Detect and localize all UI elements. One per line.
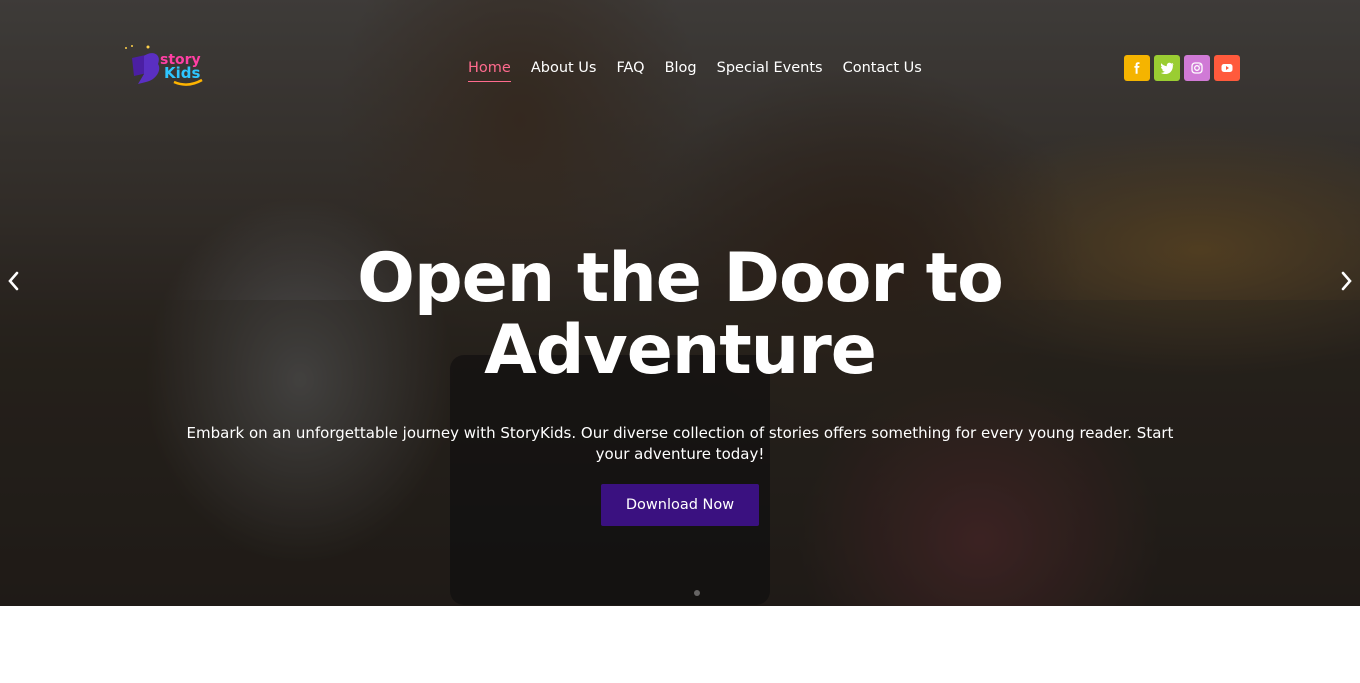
carousel-indicator[interactable] — [694, 590, 700, 596]
main-nav: Home About Us FAQ Blog Special Events Co… — [468, 58, 942, 82]
hero-headline: Open the Door to Adventure — [180, 243, 1180, 387]
nav-special-events[interactable]: Special Events — [717, 58, 823, 82]
carousel-next-button[interactable] — [1337, 268, 1357, 294]
nav-home[interactable]: Home — [468, 58, 511, 82]
youtube-icon[interactable] — [1214, 55, 1240, 81]
hero-headline-line2: Adventure — [484, 311, 877, 390]
social-links — [1124, 55, 1240, 81]
nav-about-us[interactable]: About Us — [531, 58, 597, 82]
storykids-logo[interactable]: story Kids — [122, 44, 214, 88]
hero-subtitle: Embark on an unforgettable journey with … — [186, 424, 1174, 463]
download-now-button[interactable]: Download Now — [601, 484, 759, 526]
chevron-right-icon — [1341, 271, 1352, 291]
nav-blog[interactable]: Blog — [665, 58, 697, 82]
nav-faq[interactable]: FAQ — [616, 58, 644, 82]
hero-banner: story Kids Home About Us FAQ Blog Specia… — [0, 0, 1360, 606]
chevron-left-icon — [8, 271, 19, 291]
nav-contact-us[interactable]: Contact Us — [843, 58, 922, 82]
instagram-icon[interactable] — [1184, 55, 1210, 81]
twitter-icon[interactable] — [1154, 55, 1180, 81]
svg-text:Kids: Kids — [164, 64, 201, 82]
facebook-icon[interactable] — [1124, 55, 1150, 81]
carousel-prev-button[interactable] — [3, 268, 23, 294]
hero-headline-line1: Open the Door to — [357, 239, 1004, 318]
